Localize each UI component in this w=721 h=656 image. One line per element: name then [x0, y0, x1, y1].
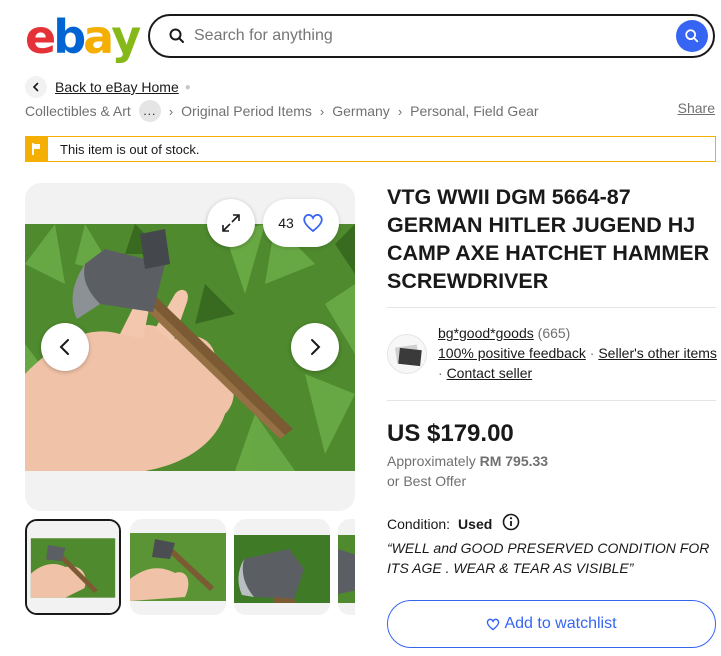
search-button[interactable]	[676, 20, 708, 52]
search-icon	[168, 27, 186, 45]
next-image-button[interactable]	[291, 323, 339, 371]
seller-feedback-count: (665)	[537, 325, 571, 341]
chevron-right-icon: ›	[319, 103, 325, 119]
chevron-left-icon[interactable]	[25, 76, 47, 98]
expand-icon	[222, 214, 240, 232]
condition-description: “WELL and GOOD PRESERVED CONDITION FOR I…	[387, 540, 710, 576]
previous-image-button[interactable]	[41, 323, 89, 371]
divider	[387, 307, 716, 308]
breadcrumb-item[interactable]: Original Period Items	[181, 103, 312, 119]
watchlist-label: Add to watchlist	[504, 615, 617, 632]
image-gallery: 43	[25, 183, 355, 511]
breadcrumb-item[interactable]: Germany	[332, 103, 390, 119]
condition-row: Condition: Used	[387, 513, 520, 534]
seller-name-link[interactable]: bg*good*goods	[438, 325, 534, 341]
item-title: VTG WWII DGM 5664-87 GERMAN HITLER JUGEN…	[387, 185, 710, 293]
divider	[387, 400, 716, 401]
share-link[interactable]: Share	[678, 100, 715, 116]
heart-icon	[303, 213, 323, 233]
out-of-stock-alert: This item is out of stock.	[25, 136, 716, 162]
ebay-logo[interactable]: ebay	[25, 12, 145, 62]
contact-seller-link[interactable]: Contact seller	[447, 365, 533, 381]
approx-value: RM 795.33	[479, 453, 549, 469]
thumbnail-image[interactable]	[130, 519, 226, 615]
back-nav: Back to eBay Home ●	[25, 76, 191, 98]
thumbnail-image[interactable]	[25, 519, 121, 615]
chevron-right-icon: ›	[397, 103, 403, 119]
info-icon[interactable]	[502, 513, 520, 534]
back-to-home-link[interactable]: Back to eBay Home	[55, 79, 179, 95]
logo-letter-b: b	[53, 10, 86, 64]
search-input[interactable]	[194, 27, 676, 45]
seller-info: bg*good*goods (665) 100% positive feedba…	[438, 323, 718, 383]
logo-letter-y: y	[111, 10, 141, 64]
separator-dot: ·	[589, 345, 595, 361]
search-bar	[148, 14, 715, 58]
best-offer-text: or Best Offer	[387, 473, 467, 489]
breadcrumb-item[interactable]: Collectibles & Art	[25, 103, 131, 119]
breadcrumb-item[interactable]: Personal, Field Gear	[410, 103, 538, 119]
breadcrumb-more-button[interactable]: ...	[138, 100, 161, 122]
item-price: US $179.00	[387, 420, 514, 447]
chevron-right-icon	[311, 339, 321, 355]
watch-count: 43	[278, 215, 294, 231]
chevron-right-icon: ›	[168, 103, 174, 119]
alert-message: This item is out of stock.	[60, 141, 200, 157]
logo-letter-a: a	[83, 10, 114, 64]
condition-label: Condition:	[387, 515, 451, 532]
separator-dot: ·	[438, 365, 443, 381]
flag-icon	[26, 137, 48, 161]
expand-image-button[interactable]	[207, 199, 255, 247]
watch-count-button[interactable]: 43	[263, 199, 339, 247]
breadcrumb: Collectibles & Art ... › Original Period…	[25, 100, 715, 122]
seller-other-items-link[interactable]: Seller's other items	[598, 345, 717, 361]
approximate-price: Approximately RM 795.33	[387, 453, 548, 469]
logo-letter-e: e	[25, 10, 56, 64]
chevron-left-icon	[59, 339, 69, 355]
seller-avatar[interactable]	[387, 334, 427, 374]
search-submit-icon	[685, 29, 699, 43]
thumbnail-image[interactable]	[234, 519, 330, 615]
thumbnail-image[interactable]	[338, 519, 355, 615]
separator-dot: ●	[184, 81, 191, 93]
heart-icon	[487, 618, 500, 630]
add-to-watchlist-button[interactable]: Add to watchlist	[387, 600, 716, 648]
approx-prefix: Approximately	[387, 453, 476, 469]
thumbnail-strip	[25, 519, 355, 616]
condition-value: Used	[458, 515, 493, 532]
positive-feedback-link[interactable]: 100% positive feedback	[438, 345, 586, 361]
